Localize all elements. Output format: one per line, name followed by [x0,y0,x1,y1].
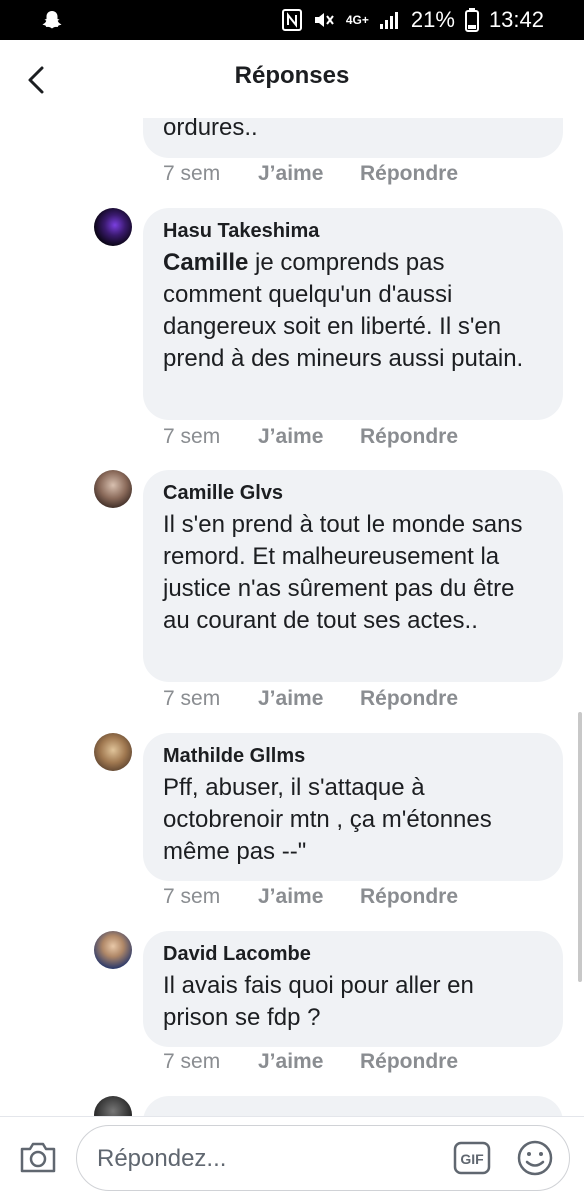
mention-link[interactable]: Camille [163,249,248,276]
comment-time: 7 sem [163,425,221,448]
comment-time: 7 sem [163,1050,221,1073]
comment-bubble: Camille Glvs Il s'en prend à tout le mon… [143,470,563,682]
comment-bubble: David Lacombe Il avais fais quoi pour al… [143,931,563,1047]
network-label: 4G+ [345,13,369,27]
like-button[interactable]: J’aime [258,425,360,455]
camera-icon[interactable] [18,1137,58,1177]
signal-icon [379,12,398,29]
mute-icon [314,13,334,27]
avatar[interactable] [94,208,132,246]
comment-text: Il s'en prend à tout le monde sans remor… [163,511,523,634]
gif-icon[interactable]: GIF [453,1140,491,1176]
comment-time: 7 sem [163,162,221,185]
gif-label: GIF [460,1151,484,1167]
snapchat-ghost-icon [42,11,62,29]
comment-author[interactable]: Mathilde Gllms [163,745,543,768]
comment-text: Pff, abuser, il s'attaque à octobrenoir … [163,774,492,865]
emoji-icon[interactable] [515,1138,555,1178]
avatar[interactable] [94,733,132,771]
avatar[interactable] [94,931,132,969]
status-bar: 4G+ 21% 13:42 [0,0,584,40]
comment-text: Camille je comprends pas comment quelqu'… [163,247,543,375]
comment-thread: ordures.. 7 sem J’aime Répondre Hasu Tak… [0,40,584,1200]
reply-button[interactable]: Répondre [360,162,458,192]
header: Réponses [0,40,584,118]
avatar[interactable] [94,470,132,508]
battery-percent: 21% [410,7,455,32]
reply-button[interactable]: Répondre [360,687,458,717]
clock: 13:42 [488,7,544,32]
comment-text: Il avais fais quoi pour aller en prison … [163,972,474,1031]
comment-time: 7 sem [163,885,221,908]
battery-icon [464,8,479,32]
comment-author[interactable]: David Lacombe [163,943,543,966]
reply-input[interactable] [95,1138,429,1180]
comment-time: 7 sem [163,687,221,710]
comment-bubble: Hasu Takeshima Camille je comprends pas … [143,208,563,420]
reply-button[interactable]: Répondre [360,885,458,915]
like-button[interactable]: J’aime [258,1050,360,1080]
reply-composer: GIF [0,1116,584,1200]
like-button[interactable]: J’aime [258,162,360,192]
page-title: Réponses [234,62,350,89]
like-button[interactable]: J’aime [258,687,360,717]
scrollbar[interactable] [578,712,582,982]
comment-author[interactable]: Camille Glvs [163,482,543,505]
reply-button[interactable]: Répondre [360,425,458,455]
reply-input-container[interactable]: GIF [76,1125,570,1191]
replies-page: ordures.. 7 sem J’aime Répondre Hasu Tak… [0,40,584,1200]
comment-bubble: Mathilde Gllms Pff, abuser, il s'attaque… [143,733,563,881]
nfc-icon [281,9,302,31]
reply-button[interactable]: Répondre [360,1050,458,1080]
comment-author[interactable]: Hasu Takeshima [163,220,543,243]
like-button[interactable]: J’aime [258,885,360,915]
